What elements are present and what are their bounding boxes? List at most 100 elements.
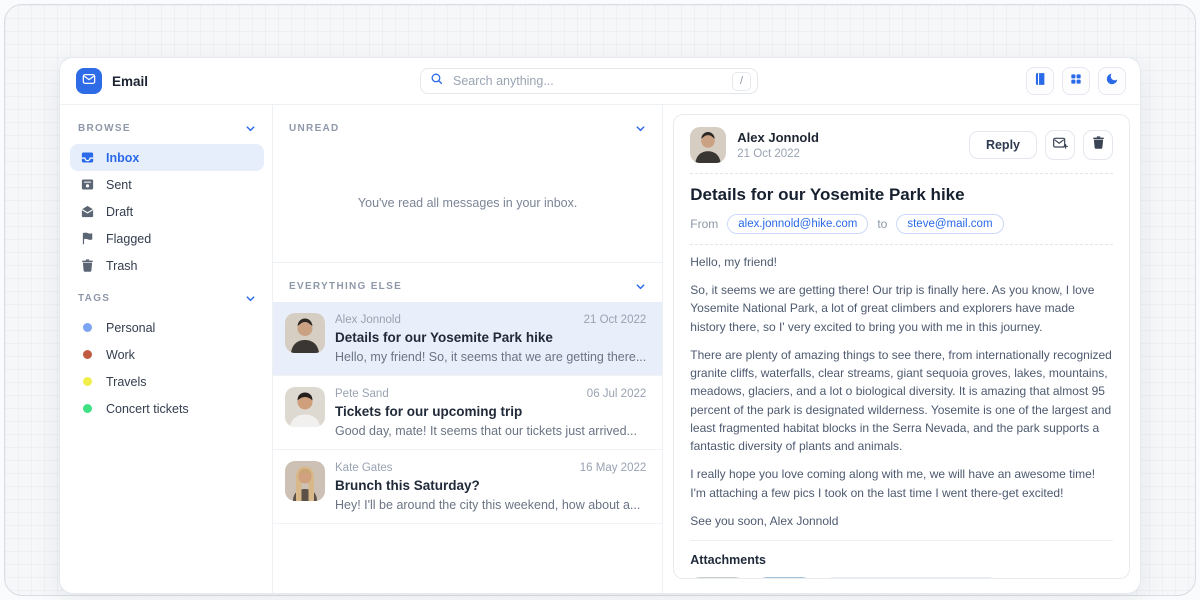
detail-header: Alex Jonnold 21 Oct 2022 Reply (690, 125, 1113, 165)
detail-actions: Reply (969, 130, 1113, 160)
tag-label: Concert tickets (106, 402, 189, 416)
search-bar[interactable]: / (420, 68, 758, 94)
sidebar-item-label: Inbox (106, 151, 139, 165)
email-snippet: Good day, mate! It seems that our ticket… (335, 424, 646, 438)
topbar-actions (1026, 67, 1128, 95)
draft-icon (80, 204, 95, 219)
tag-label: Personal (106, 321, 155, 335)
from-to-row: From alex.jonnold@hike.com to steve@mail… (690, 214, 1113, 234)
email-item-body: Kate Gates 16 May 2022 Brunch this Saturda… (335, 461, 646, 512)
flagged-icon (80, 231, 95, 246)
tag-items: Personal Work Travels Concert tickets (70, 314, 264, 422)
tag-item-personal[interactable]: Personal (70, 314, 264, 341)
delete-email-button[interactable] (1083, 130, 1113, 160)
email-list-item[interactable]: Alex Jonnold21 Oct 2022Details for our Y… (273, 302, 662, 376)
sidebar-item-inbox[interactable]: Inbox (70, 144, 264, 171)
email-body: Hello, my friend! So, it seems we are get… (690, 253, 1113, 530)
tag-item-concert-tickets[interactable]: Concert tickets (70, 395, 264, 422)
detail-date: 21 Oct 2022 (737, 148, 819, 160)
browse-section-header: BROWSE (70, 109, 264, 144)
email-subject: Brunch this Saturday? (335, 478, 646, 493)
email-sender: Kate Gates (335, 462, 393, 474)
dark-mode-button[interactable] (1098, 67, 1126, 95)
mail-plus-icon (1052, 135, 1068, 156)
trash-icon (1091, 135, 1106, 155)
desktop-background: Email / BROWSE Inbox Sent Draft Flagged Tras… (0, 0, 1200, 600)
email-date: 06 Jul 2022 (587, 388, 646, 400)
sidebar-item-trash[interactable]: Trash (70, 252, 264, 279)
moon-icon (1105, 72, 1119, 91)
unread-section-header: UNREAD (273, 105, 662, 144)
sidebar-item-label: Draft (106, 205, 133, 219)
body-paragraph: I really hope you love coming along with… (690, 465, 1113, 501)
divider (690, 173, 1113, 174)
grid-icon (1069, 72, 1083, 91)
from-email-chip[interactable]: alex.jonnold@hike.com (727, 214, 868, 234)
browse-items: Inbox Sent Draft Flagged Trash (70, 144, 264, 279)
email-sender: Pete Sand (335, 388, 389, 400)
sidebar-item-label: Flagged (106, 232, 151, 246)
tag-color-dot (83, 404, 92, 413)
tag-item-work[interactable]: Work (70, 341, 264, 368)
email-app-window: Email / BROWSE Inbox Sent Draft Flagged Tras… (59, 57, 1141, 594)
tag-color-dot (83, 350, 92, 359)
tag-color-dot (83, 377, 92, 386)
reading-pane: Alex Jonnold 21 Oct 2022 Reply (663, 105, 1140, 593)
tag-item-travels[interactable]: Travels (70, 368, 264, 395)
to-email-chip[interactable]: steve@mail.com (896, 214, 1003, 234)
divider (690, 244, 1113, 245)
attachments-label: Attachments (690, 553, 1113, 567)
email-list-item[interactable]: Kate Gates 16 May 2022 Brunch this Saturda… (273, 450, 662, 524)
sent-icon (80, 177, 95, 192)
browse-label: BROWSE (78, 123, 131, 134)
body-paragraph: So, it seems we are getting there! Our t… (690, 281, 1113, 336)
email-sender: Alex Jonnold (335, 314, 401, 326)
apps-button[interactable] (1062, 67, 1090, 95)
avatar (285, 461, 325, 501)
body-paragraph: See you soon, Alex Jonnold (690, 512, 1113, 530)
email-subject-title: Details for our Yosemite Park hike (690, 185, 1113, 205)
tag-color-dot (83, 323, 92, 332)
photo-attachment-2[interactable] (757, 577, 812, 579)
email-date: 16 May 2022 (580, 462, 647, 474)
notebook-button[interactable] (1026, 67, 1054, 95)
zip-attachment-card[interactable]: videos-hike.zip 100 MB (824, 577, 998, 579)
email-list-column: UNREAD You've read all messages in your … (273, 105, 663, 593)
brand: Email (72, 68, 148, 94)
trash-icon (80, 258, 95, 273)
chevron-down-icon[interactable] (635, 123, 646, 134)
email-items: Alex Jonnold21 Oct 2022Details for our Y… (273, 302, 662, 524)
tag-label: Work (106, 348, 135, 362)
reply-button[interactable]: Reply (969, 131, 1037, 159)
avatar (285, 387, 325, 427)
from-label: From (690, 217, 718, 231)
avatar (285, 313, 325, 353)
to-label: to (877, 217, 887, 231)
main-area: BROWSE InboxSentDraftFlaggedTrash TAGS P… (60, 105, 1140, 593)
body-paragraph: Hello, my friend! (690, 253, 1113, 271)
book-icon (1033, 72, 1047, 91)
email-snippet: Hello, my friend! So, it seems that we a… (335, 350, 646, 364)
email-list-item[interactable]: Pete Sand06 Jul 2022Tickets for our upco… (273, 376, 662, 450)
folder-icon-wrap (825, 578, 882, 579)
chevron-down-icon[interactable] (245, 123, 256, 134)
sidebar-item-label: Trash (106, 259, 138, 273)
body-paragraph: There are plenty of amazing things to se… (690, 346, 1113, 455)
sidebar-item-sent[interactable]: Sent (70, 171, 264, 198)
sidebar-item-label: Sent (106, 178, 132, 192)
email-detail-card: Alex Jonnold 21 Oct 2022 Reply (673, 114, 1130, 579)
sidebar-item-draft[interactable]: Draft (70, 198, 264, 225)
everything-else-label: EVERYTHING ELSE (289, 281, 402, 292)
unread-empty-message: You've read all messages in your inbox. (273, 144, 662, 262)
sidebar-item-flagged[interactable]: Flagged (70, 225, 264, 252)
email-snippet: Hey! I'll be around the city this weeken… (335, 498, 646, 512)
divider (690, 540, 1113, 541)
inbox-icon (80, 150, 95, 165)
forward-mail-button[interactable] (1045, 130, 1075, 160)
search-input[interactable] (451, 73, 724, 89)
photo-attachment-1[interactable] (690, 577, 745, 579)
everything-else-section-header: EVERYTHING ELSE (273, 263, 662, 302)
file-meta: videos-hike.zip 100 MB (882, 578, 997, 579)
chevron-down-icon[interactable] (245, 293, 256, 304)
chevron-down-icon[interactable] (635, 281, 646, 292)
